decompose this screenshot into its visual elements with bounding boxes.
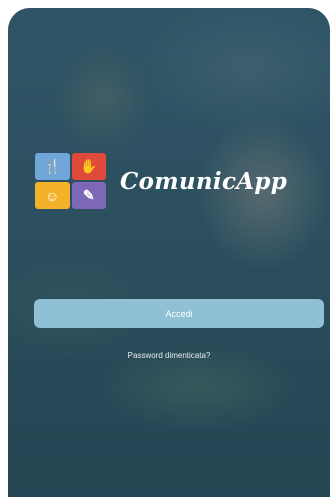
forgot-password-link[interactable]: Password dimenticata?: [8, 351, 330, 360]
app-name: ComunicApp: [120, 167, 288, 195]
smile-icon: ☺: [35, 182, 70, 209]
hand-icon: ✋: [71, 153, 106, 180]
logo-icon: 🍴 ✋ ☺ ✎: [35, 153, 106, 209]
login-button[interactable]: Accedi: [34, 299, 324, 328]
pencil-icon: ✎: [71, 182, 106, 209]
app-logo: 🍴 ✋ ☺ ✎ ComunicApp: [35, 153, 287, 209]
fork-knife-icon: 🍴: [35, 153, 70, 180]
background-photo: [8, 8, 330, 497]
login-screen: 🍴 ✋ ☺ ✎ ComunicApp Accedi Password dimen…: [8, 8, 330, 497]
